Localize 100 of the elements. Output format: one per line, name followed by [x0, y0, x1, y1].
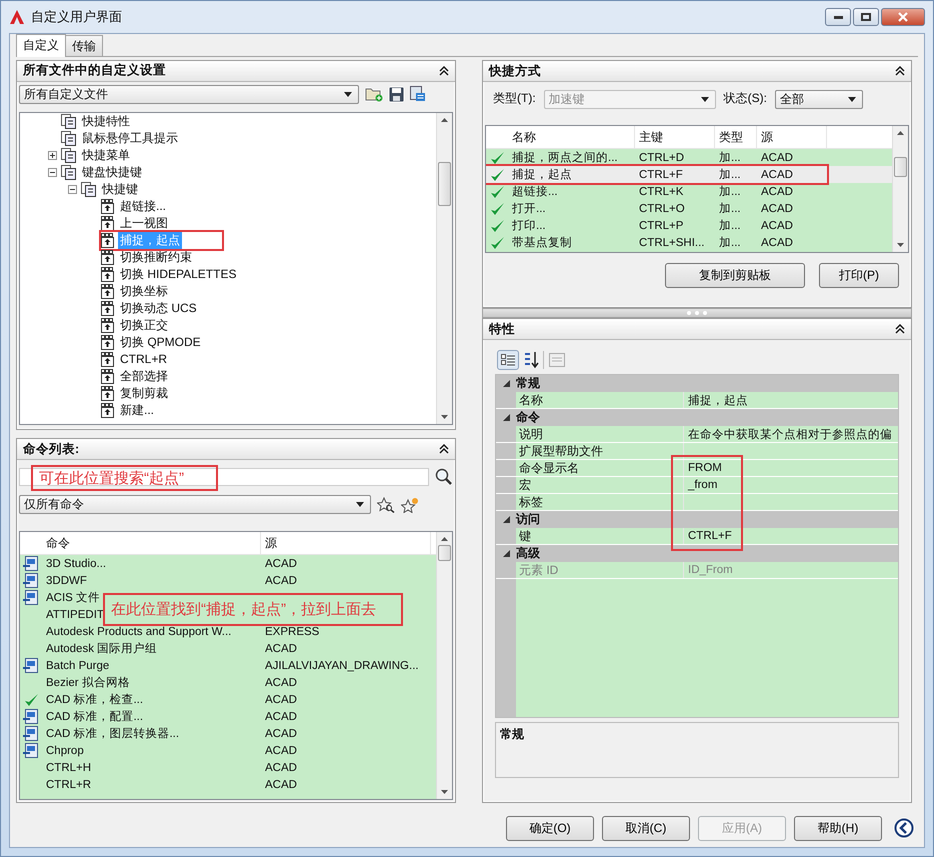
- command-name: Autodesk 国际用户组: [46, 643, 158, 655]
- document-icon[interactable]: [410, 86, 426, 102]
- scroll-up-icon[interactable]: [441, 118, 448, 122]
- collapse-icon[interactable]: [502, 516, 510, 523]
- property-value[interactable]: CTRL+F: [684, 530, 898, 542]
- command-filter-dropdown[interactable]: 仅所有命令: [19, 495, 371, 514]
- copy-button[interactable]: 复制到剪贴板: [665, 263, 805, 288]
- tree-item[interactable]: 快捷键: [100, 180, 140, 198]
- tree-item[interactable]: 切换推断约束: [118, 248, 194, 266]
- status-dropdown[interactable]: 全部: [775, 90, 863, 109]
- splitter-handle[interactable]: [482, 308, 912, 318]
- shortcut-key: CTRL+F: [635, 168, 715, 180]
- tree-item[interactable]: 快捷菜单: [80, 146, 132, 164]
- property-name: 扩展型帮助文件: [516, 443, 684, 459]
- tree-item[interactable]: 全部选择: [118, 368, 170, 385]
- property-value[interactable]: FROM: [684, 462, 898, 474]
- close-button[interactable]: [881, 8, 925, 26]
- scroll-thumb[interactable]: [894, 157, 907, 177]
- tree-item[interactable]: 新建...: [118, 402, 156, 419]
- collapse-icon[interactable]: [895, 324, 905, 334]
- command-icon: [23, 658, 39, 673]
- collapse-dialog-icon[interactable]: [894, 818, 914, 838]
- search-field[interactable]: [19, 468, 429, 486]
- maximize-icon[interactable]: [861, 13, 871, 21]
- tree-item[interactable]: 超链接...: [118, 198, 168, 215]
- maximize-button[interactable]: [853, 8, 879, 26]
- panel-title: 命令列表:: [23, 440, 80, 458]
- tab[interactable]: 自定义: [16, 34, 66, 57]
- shortcut-key: CTRL+SHI...: [635, 236, 715, 248]
- command-name: ATTIPEDIT: [46, 608, 104, 620]
- tree-item[interactable]: 切换动态 UCS: [118, 300, 199, 317]
- scroll-up-icon[interactable]: [441, 537, 448, 541]
- tree-item[interactable]: 复制剪裁: [118, 384, 170, 402]
- minimize-button[interactable]: [825, 8, 851, 26]
- column-header[interactable]: 命令: [42, 532, 261, 554]
- star-icon[interactable]: [401, 496, 419, 512]
- print-button[interactable]: 打印(P): [819, 263, 899, 288]
- sort-icon[interactable]: [523, 351, 539, 369]
- key-icon: [101, 216, 114, 231]
- scroll-thumb[interactable]: [438, 162, 451, 206]
- category-name: 常规: [516, 375, 540, 392]
- column-header[interactable]: 源: [757, 126, 827, 148]
- minimize-icon[interactable]: [834, 16, 842, 18]
- collapse-icon[interactable]: [48, 168, 57, 177]
- collapse-icon[interactable]: [895, 66, 905, 76]
- collapse-icon[interactable]: [502, 550, 510, 557]
- scroll-down-icon[interactable]: [897, 243, 904, 247]
- shortcut-type: 加...: [718, 184, 742, 199]
- column-header[interactable]: 源: [261, 532, 431, 554]
- scroll-down-icon[interactable]: [441, 790, 448, 794]
- panel-title: 快捷方式: [489, 62, 541, 80]
- tree-item[interactable]: 切换坐标: [118, 282, 170, 300]
- categorized-icon[interactable]: [497, 350, 519, 370]
- scrollbar[interactable]: [892, 126, 908, 252]
- dialog-button[interactable]: 确定(O): [506, 816, 594, 840]
- scrollbar[interactable]: [436, 532, 452, 799]
- column-header[interactable]: 名称: [508, 126, 635, 148]
- tree-item[interactable]: 切换正交: [118, 316, 170, 334]
- tree-item[interactable]: 切换 QPMODE: [118, 334, 203, 351]
- expand-icon[interactable]: [48, 150, 57, 160]
- tree-item[interactable]: 切换 HIDEPALETTES: [118, 266, 238, 283]
- folder-icon[interactable]: [365, 86, 383, 102]
- scroll-up-icon[interactable]: [897, 131, 904, 135]
- key-icon: [101, 334, 114, 350]
- column-header[interactable]: 主键: [635, 126, 715, 148]
- tree-item[interactable]: 鼠标悬停工具提示: [80, 130, 180, 147]
- command-name: Bezier 拟合网格: [46, 677, 130, 689]
- file-dropdown[interactable]: 所有自定义文件: [19, 84, 359, 104]
- key-icon: [101, 266, 114, 282]
- collapse-icon[interactable]: [502, 380, 510, 387]
- shortcut-source: ACAD: [760, 220, 794, 232]
- collapse-icon[interactable]: [68, 184, 77, 194]
- dialog-button[interactable]: 帮助(H): [794, 816, 882, 840]
- search-icon[interactable]: [435, 468, 453, 486]
- tree-item[interactable]: CTRL+R: [118, 352, 170, 366]
- property-value[interactable]: _from: [684, 479, 898, 491]
- property-value[interactable]: 捕捉，起点: [684, 392, 898, 408]
- window-title: 自定义用户界面: [31, 8, 122, 26]
- command-name: Chprop: [46, 744, 84, 756]
- property-value[interactable]: 在命令中获取某个点相对于参照点的偏: [684, 426, 898, 442]
- tab[interactable]: 传输: [65, 35, 103, 56]
- scrollbar[interactable]: [436, 112, 452, 424]
- scroll-down-icon[interactable]: [441, 415, 448, 419]
- close-icon[interactable]: [898, 12, 908, 22]
- collapse-icon[interactable]: [502, 414, 510, 421]
- scroll-thumb[interactable]: [438, 545, 451, 561]
- column-header[interactable]: 类型: [715, 126, 757, 148]
- category-name: 命令: [516, 409, 540, 426]
- save-icon[interactable]: [389, 86, 404, 102]
- property-name: 命令显示名: [516, 460, 684, 476]
- dialog-button[interactable]: 取消(C): [602, 816, 690, 840]
- tree-item[interactable]: 快捷特性: [80, 112, 132, 130]
- tree-item[interactable]: 键盘快捷键: [80, 164, 144, 181]
- collapse-icon[interactable]: [439, 444, 449, 454]
- collapse-icon[interactable]: [439, 66, 449, 76]
- command-source: ACAD: [265, 728, 297, 740]
- star-search-icon[interactable]: [377, 496, 395, 512]
- command-name: CTRL+H: [46, 762, 92, 774]
- shortcut-row[interactable]: 捕捉，起点 CTRL+F 加... ACAD: [486, 166, 892, 183]
- tree-item[interactable]: 上一视图: [118, 214, 170, 232]
